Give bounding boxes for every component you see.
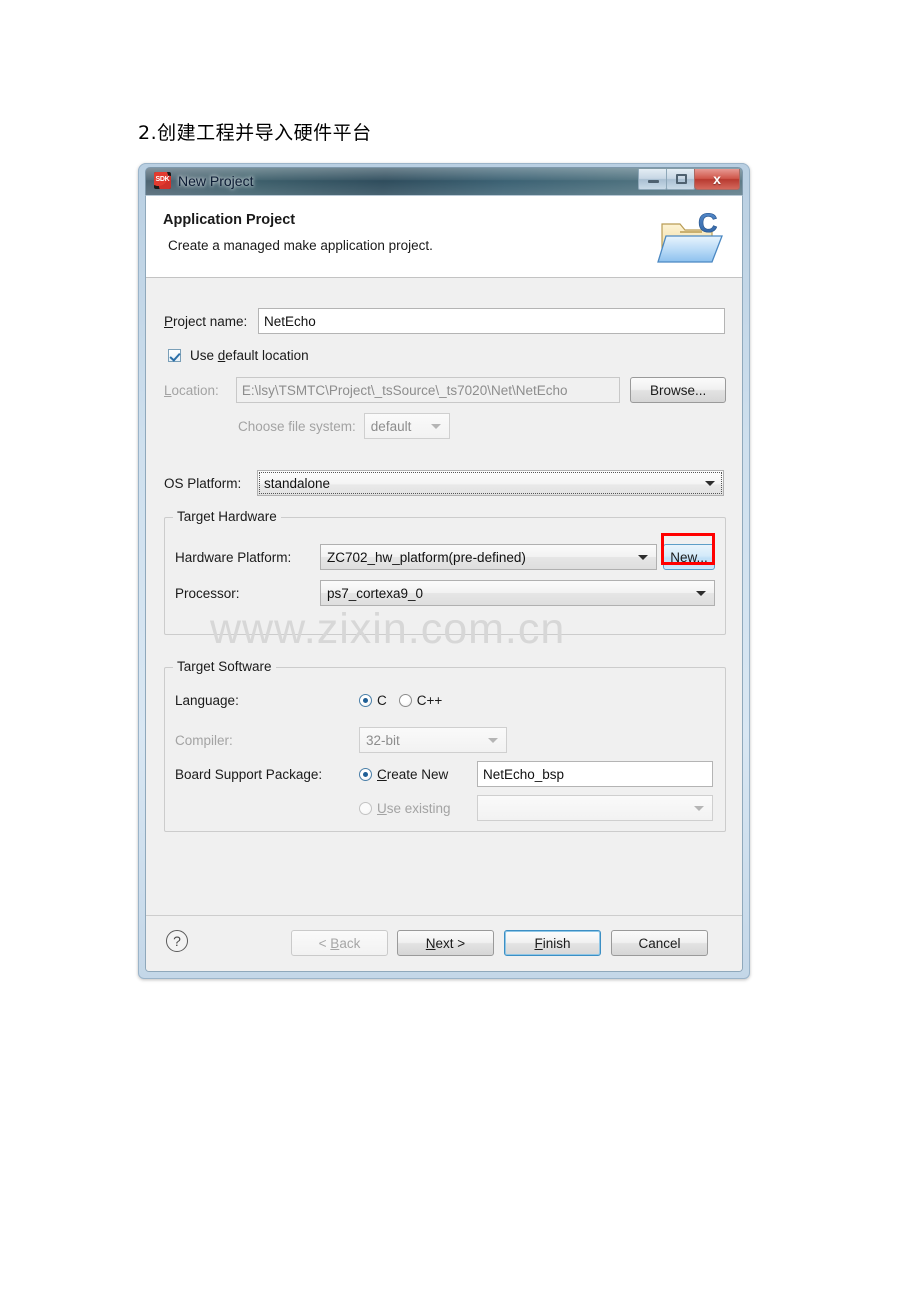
- file-system-dropdown[interactable]: default: [363, 413, 450, 439]
- language-option-cpp-label: C++: [416, 693, 443, 708]
- minimize-icon: [648, 180, 659, 183]
- finish-button-label: Finish: [534, 935, 571, 951]
- chevron-down-icon: [696, 591, 706, 596]
- bsp-create-new-label: Create New: [377, 766, 449, 782]
- chevron-down-icon: [430, 424, 441, 429]
- hardware-platform-value: ZC702_hw_platform(pre-defined): [327, 549, 526, 565]
- os-platform-dropdown[interactable]: standalone: [257, 470, 724, 496]
- new-project-dialog: SDK New Project x Application Project Cr…: [138, 163, 750, 979]
- location-input[interactable]: E:\lsy\TSMTC\Project\_tsSource\_ts7020\N…: [235, 377, 621, 403]
- language-radio-cpp[interactable]: [398, 694, 412, 707]
- bsp-label: Board Support Package:: [175, 766, 323, 782]
- close-button[interactable]: x: [694, 169, 740, 190]
- bsp-radio-use-existing[interactable]: [359, 801, 372, 815]
- next-button-label: Next >: [425, 935, 466, 951]
- use-default-location-label: Use default location: [190, 348, 309, 363]
- close-icon: x: [713, 171, 721, 187]
- hardware-platform-dropdown[interactable]: ZC702_hw_platform(pre-defined): [320, 544, 657, 570]
- file-system-value: default: [370, 418, 412, 434]
- chevron-down-icon: [638, 555, 648, 560]
- bsp-name-input[interactable]: NetEcho_bsp: [477, 761, 713, 787]
- new-hardware-platform-button[interactable]: New...: [663, 544, 715, 570]
- file-system-label: Choose file system:: [238, 418, 356, 434]
- compiler-row: Compiler: 32-bit: [175, 727, 507, 753]
- processor-row: Processor: ps7_cortexa9_0: [175, 580, 715, 606]
- chevron-down-icon: [694, 806, 704, 811]
- c-project-folder-icon: C: [656, 202, 730, 270]
- target-software-title: Target Software: [173, 659, 276, 674]
- project-name-row: Project name: NetEcho: [164, 308, 726, 334]
- location-label: Location:: [164, 382, 219, 398]
- os-platform-label: OS Platform:: [164, 475, 242, 491]
- new-button-label: New...: [670, 549, 708, 565]
- language-option-c-label: C: [377, 693, 387, 708]
- header-title: Application Project: [163, 212, 296, 228]
- page-root: 2.创建工程并导入硬件平台 SDK New Project x Applicat…: [0, 0, 920, 1302]
- use-default-location-checkbox[interactable]: [168, 349, 181, 362]
- back-button[interactable]: < Back: [291, 930, 388, 956]
- window-controls: x: [638, 169, 740, 190]
- browse-button[interactable]: Browse...: [630, 377, 726, 403]
- title-bar[interactable]: SDK New Project x: [145, 167, 743, 195]
- sdk-app-icon: SDK: [154, 172, 171, 189]
- language-row: Language: C C++: [175, 693, 442, 708]
- use-default-location-row[interactable]: Use default location: [168, 348, 309, 363]
- target-hardware-group: Target Hardware Hardware Platform: ZC702…: [164, 509, 726, 635]
- dialog-header: Application Project Create a managed mak…: [146, 196, 742, 278]
- bsp-radio-create-new[interactable]: [359, 767, 372, 781]
- browse-button-label: Browse...: [649, 382, 707, 398]
- finish-button[interactable]: Finish: [504, 930, 601, 956]
- dialog-body: Application Project Create a managed mak…: [145, 195, 743, 972]
- page-title: 2.创建工程并导入硬件平台: [138, 122, 372, 144]
- help-button[interactable]: ?: [166, 930, 188, 952]
- os-platform-row: OS Platform: standalone: [164, 470, 726, 496]
- os-platform-value: standalone: [264, 475, 331, 491]
- bsp-existing-dropdown[interactable]: [477, 795, 713, 821]
- chevron-down-icon: [705, 481, 715, 486]
- help-icon: ?: [173, 933, 181, 949]
- cancel-button[interactable]: Cancel: [611, 930, 708, 956]
- window-title: New Project: [178, 172, 254, 189]
- project-name-label: Project name:: [164, 313, 248, 329]
- file-system-row: Choose file system: default: [238, 413, 450, 439]
- chevron-down-icon: [488, 738, 498, 743]
- processor-value: ps7_cortexa9_0: [327, 585, 424, 601]
- back-button-label: < Back: [318, 935, 361, 951]
- project-form: Project name: NetEcho Use default locati…: [146, 278, 742, 918]
- processor-label: Processor:: [175, 585, 240, 601]
- project-name-input[interactable]: NetEcho: [258, 308, 725, 334]
- hardware-platform-row: Hardware Platform: ZC702_hw_platform(pre…: [175, 544, 715, 570]
- maximize-icon: [676, 174, 687, 184]
- sdk-icon-label: SDK: [155, 176, 170, 183]
- header-subtitle: Create a managed make application projec…: [168, 238, 433, 253]
- compiler-value: 32-bit: [366, 732, 400, 748]
- processor-dropdown[interactable]: ps7_cortexa9_0: [320, 580, 715, 606]
- minimize-button[interactable]: [638, 169, 667, 190]
- bsp-use-existing-row: Use existing: [175, 795, 713, 821]
- compiler-dropdown[interactable]: 32-bit: [359, 727, 507, 753]
- hardware-platform-label: Hardware Platform:: [175, 549, 292, 565]
- cancel-button-label: Cancel: [638, 935, 681, 951]
- maximize-button[interactable]: [666, 169, 695, 190]
- dialog-button-bar: ? < Back Next > Finish Cancel: [146, 915, 742, 971]
- title-bar-left: SDK New Project: [154, 172, 253, 189]
- compiler-label: Compiler:: [175, 732, 233, 748]
- target-software-group: Target Software Language: C C++ Compiler…: [164, 659, 726, 832]
- svg-text:C: C: [698, 208, 718, 238]
- bsp-create-new-row: Board Support Package: Create New NetEch…: [175, 761, 713, 787]
- language-radio-c[interactable]: [359, 694, 372, 707]
- language-label: Language:: [175, 693, 239, 708]
- next-button[interactable]: Next >: [397, 930, 494, 956]
- target-hardware-title: Target Hardware: [173, 509, 281, 524]
- location-row: Location: E:\lsy\TSMTC\Project\_tsSource…: [164, 377, 726, 403]
- bsp-use-existing-label: Use existing: [377, 800, 451, 816]
